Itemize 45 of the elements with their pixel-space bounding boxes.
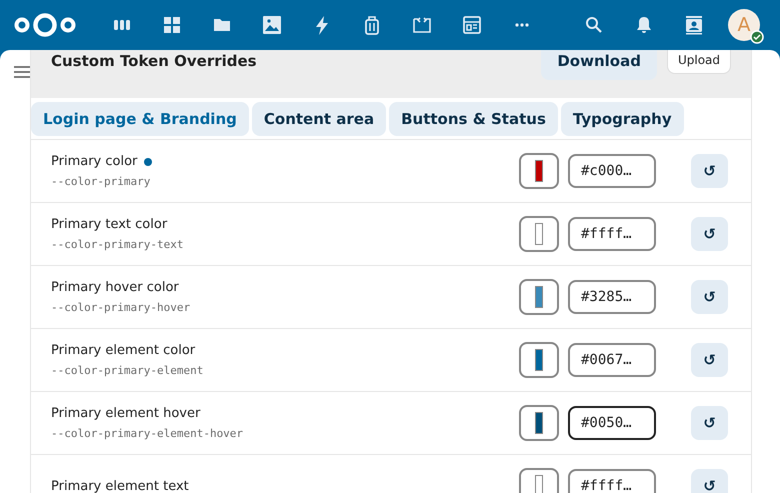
table-icon[interactable] bbox=[462, 15, 482, 35]
reset-button[interactable]: ↺ bbox=[691, 469, 728, 493]
tab[interactable]: Typography bbox=[560, 102, 684, 136]
menu-icon[interactable] bbox=[14, 66, 30, 78]
token-variable: --color-primary-element bbox=[51, 364, 204, 377]
tab[interactable]: Content area bbox=[252, 102, 386, 136]
color-swatch-button[interactable] bbox=[519, 405, 559, 441]
dashboard-icon[interactable] bbox=[162, 15, 182, 35]
tab[interactable]: Buttons & Status bbox=[389, 102, 558, 136]
upload-button[interactable]: Upload bbox=[666, 50, 731, 74]
token-variable: --color-primary-element-hover bbox=[51, 427, 244, 440]
token-variable: --color-primary-hover bbox=[51, 301, 192, 314]
color-swatch-button[interactable] bbox=[519, 216, 559, 252]
color-value-field[interactable]: #0050… bbox=[568, 406, 656, 440]
reset-button[interactable]: ↺ bbox=[691, 217, 728, 251]
reset-button[interactable]: ↺ bbox=[691, 154, 728, 188]
token-label: Primary hover color bbox=[51, 280, 179, 295]
tab[interactable]: Login page & Branding bbox=[31, 102, 249, 136]
token-variable: --color-primary bbox=[51, 175, 152, 188]
code-icon[interactable] bbox=[412, 15, 432, 35]
color-swatch-button[interactable] bbox=[519, 342, 559, 378]
color-value-field[interactable]: #ffff… bbox=[568, 217, 656, 251]
download-button[interactable]: Download bbox=[541, 50, 657, 80]
token-label: Primary element hover bbox=[51, 406, 200, 421]
color-swatch-button[interactable] bbox=[519, 153, 559, 189]
suitcase-icon[interactable] bbox=[362, 15, 382, 35]
logo-icon[interactable] bbox=[14, 12, 76, 38]
color-value-field[interactable]: #3285… bbox=[568, 280, 656, 314]
reset-button[interactable]: ↺ bbox=[691, 406, 728, 440]
image-icon[interactable] bbox=[262, 15, 282, 35]
search-icon[interactable] bbox=[584, 15, 604, 35]
notifications-icon[interactable] bbox=[634, 15, 654, 35]
color-value-field[interactable]: #0067… bbox=[568, 343, 656, 377]
color-value-field[interactable]: #ffff… bbox=[568, 469, 656, 493]
token-label: Primary element color bbox=[51, 343, 196, 358]
reset-button[interactable]: ↺ bbox=[691, 280, 728, 314]
token-label: Primary text color bbox=[51, 217, 168, 232]
contacts-icon[interactable] bbox=[684, 15, 704, 35]
token-variable: --color-primary-text bbox=[51, 238, 184, 251]
token-label: Primary color bbox=[51, 154, 138, 169]
color-swatch-button[interactable] bbox=[519, 279, 559, 315]
token-label: Primary element text bbox=[51, 478, 189, 493]
color-value-field[interactable]: #c000… bbox=[568, 154, 656, 188]
panel-title: Custom Token Overrides bbox=[51, 52, 258, 70]
reset-button[interactable]: ↺ bbox=[691, 343, 728, 377]
